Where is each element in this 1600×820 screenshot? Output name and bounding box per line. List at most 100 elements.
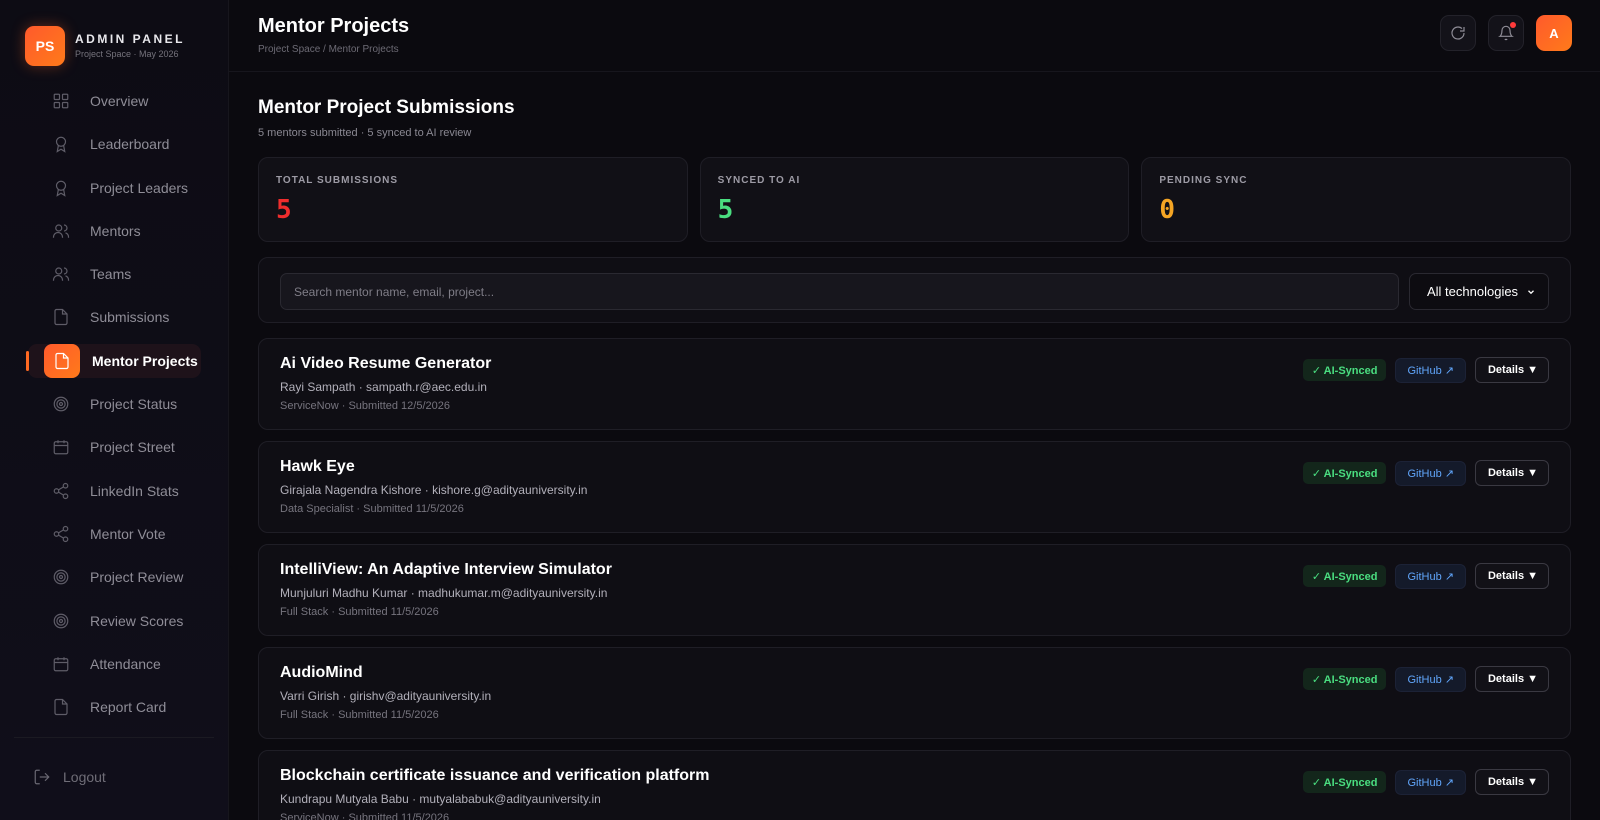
brand-title: ADMIN PANEL xyxy=(75,32,185,46)
sidebar-item-label: Mentor Projects xyxy=(92,352,198,369)
sidebar-item-project-status[interactable]: Project Status xyxy=(28,387,201,421)
github-link[interactable]: GitHub ↗ xyxy=(1395,666,1466,692)
breadcrumb: Project Space / Mentor Projects xyxy=(258,44,399,55)
main: Mentor Projects Project Space / Mentor P… xyxy=(229,0,1600,820)
details-button[interactable]: Details ▼ xyxy=(1474,460,1549,486)
sidebar-item-project-review[interactable]: Project Review xyxy=(28,560,201,594)
refresh-button[interactable] xyxy=(1440,15,1476,51)
stat-label: SYNCED TO AI xyxy=(717,175,801,186)
sidebar-item-label: Leaderboard xyxy=(90,136,170,153)
project-submission-info: Full Stack · Submitted 11/5/2026 xyxy=(280,709,439,721)
sidebar-item-review-scores[interactable]: Review Scores xyxy=(28,604,201,638)
sidebar-item-mentor-vote[interactable]: Mentor Vote xyxy=(28,517,201,551)
technology-select[interactable]: All technologies xyxy=(1409,273,1549,310)
sidebar-item-mentors[interactable]: Mentors xyxy=(28,214,201,248)
github-link[interactable]: GitHub ↗ xyxy=(1395,563,1466,589)
sidebar-item-label: Project Status xyxy=(90,396,178,413)
stat-label: TOTAL SUBMISSIONS xyxy=(276,175,399,186)
sidebar-item-label: Mentors xyxy=(90,222,141,239)
project-list: Ai Video Resume Generator Rayi Sampath · … xyxy=(258,338,1571,820)
project-card: IntelliView: An Adaptive Interview Simul… xyxy=(258,544,1571,636)
details-button[interactable]: Details ▼ xyxy=(1474,666,1549,692)
users-icon xyxy=(52,222,70,240)
sidebar-item-label: Review Scores xyxy=(90,612,184,629)
refresh-icon xyxy=(1450,25,1466,41)
search-input[interactable] xyxy=(280,273,1399,310)
ai-synced-badge: ✓ AI-Synced xyxy=(1302,565,1387,587)
github-link[interactable]: GitHub ↗ xyxy=(1395,769,1466,795)
file-icon xyxy=(52,308,70,326)
sidebar-item-submissions[interactable]: Submissions xyxy=(28,300,201,334)
sidebar-item-report-card[interactable]: Report Card xyxy=(28,690,201,724)
grid-icon xyxy=(52,92,70,110)
sidebar: PS ADMIN PANEL Project Space · May 2026 … xyxy=(0,0,229,820)
sidebar-item-label: Mentor Vote xyxy=(90,525,166,542)
notifications-button[interactable] xyxy=(1488,15,1524,51)
brand-subtitle: Project Space · May 2026 xyxy=(75,49,179,59)
brand-logo: PS xyxy=(25,25,65,66)
details-button[interactable]: Details ▼ xyxy=(1474,357,1549,383)
sidebar-item-label: Project Review xyxy=(90,569,184,586)
target-icon xyxy=(52,395,70,413)
sidebar-item-overview[interactable]: Overview xyxy=(28,84,201,118)
share-icon xyxy=(52,525,70,543)
award-icon xyxy=(52,135,70,153)
details-button[interactable]: Details ▼ xyxy=(1474,563,1549,589)
notification-dot xyxy=(1510,22,1516,28)
sidebar-item-label: Attendance xyxy=(90,655,161,672)
award-icon xyxy=(52,179,70,197)
target-icon xyxy=(52,568,70,586)
sidebar-nav: Overview Leaderboard Project Leaders Mentor… xyxy=(0,84,228,724)
page-title: Mentor Projects xyxy=(258,15,410,37)
details-button[interactable]: Details ▼ xyxy=(1474,769,1549,795)
stat-value: 0 xyxy=(1159,195,1175,225)
avatar[interactable]: A xyxy=(1536,15,1572,51)
ai-synced-badge: ✓ AI-Synced xyxy=(1302,771,1387,793)
sidebar-item-label: Project Street xyxy=(90,439,175,456)
sidebar-item-label: Submissions xyxy=(90,309,170,326)
project-submission-info: ServiceNow · Submitted 11/5/2026 xyxy=(280,812,450,820)
filter-bar: All technologies xyxy=(258,257,1571,323)
sidebar-item-teams[interactable]: Teams xyxy=(28,257,201,291)
ai-synced-badge: ✓ AI-Synced xyxy=(1302,359,1387,381)
stat-card-total-submissions: TOTAL SUBMISSIONS 5 xyxy=(258,157,688,242)
calendar-icon xyxy=(52,655,70,673)
ai-synced-badge: ✓ AI-Synced xyxy=(1302,462,1387,484)
ai-synced-badge: ✓ AI-Synced xyxy=(1302,668,1387,690)
sidebar-item-leaderboard[interactable]: Leaderboard xyxy=(28,127,201,161)
target-icon xyxy=(52,612,70,630)
sidebar-item-label: LinkedIn Stats xyxy=(90,482,179,499)
stats-row: TOTAL SUBMISSIONS 5 SYNCED TO AI 5 PENDING S… xyxy=(258,157,1572,242)
stat-value: 5 xyxy=(276,195,292,225)
github-link[interactable]: GitHub ↗ xyxy=(1395,460,1466,486)
sidebar-item-mentor-projects[interactable]: Mentor Projects xyxy=(26,343,201,378)
project-submission-info: Data Specialist · Submitted 11/5/2026 xyxy=(280,503,464,515)
sidebar-item-label: Teams xyxy=(90,266,132,283)
calendar-icon xyxy=(52,438,70,456)
project-card: Blockchain certificate issuance and veri… xyxy=(258,750,1571,820)
content: Mentor Project Submissions 5 mentors sub… xyxy=(229,97,1600,820)
file-icon xyxy=(44,343,80,378)
sidebar-item-attendance[interactable]: Attendance xyxy=(28,647,201,681)
logout-button[interactable]: Logout xyxy=(33,768,106,786)
github-link[interactable]: GitHub ↗ xyxy=(1395,357,1466,383)
section-title: Mentor Project Submissions xyxy=(258,97,515,118)
sidebar-item-linkedin-stats[interactable]: LinkedIn Stats xyxy=(28,474,201,508)
users-icon xyxy=(52,265,70,283)
sidebar-item-project-leaders[interactable]: Project Leaders xyxy=(28,171,201,205)
stat-card-synced-to-ai: SYNCED TO AI 5 xyxy=(699,157,1130,242)
sidebar-item-label: Overview xyxy=(90,93,149,109)
project-card: Hawk Eye Girajala Nagendra Kishore · kish… xyxy=(258,441,1571,533)
technology-select-value: All technologies xyxy=(1427,284,1519,299)
topbar: Mentor Projects Project Space / Mentor P… xyxy=(229,0,1600,72)
sidebar-item-project-street[interactable]: Project Street xyxy=(28,430,201,464)
file-icon xyxy=(52,698,70,716)
share-icon xyxy=(52,482,70,500)
sidebar-item-label: Report Card xyxy=(90,699,167,716)
sidebar-item-label: Project Leaders xyxy=(90,179,189,196)
sidebar-divider xyxy=(14,737,214,738)
section-subtitle: 5 mentors submitted · 5 synced to AI rev… xyxy=(258,127,472,139)
stat-label: PENDING SYNC xyxy=(1159,175,1248,186)
logout-icon xyxy=(33,768,51,786)
stat-value: 5 xyxy=(717,195,734,225)
